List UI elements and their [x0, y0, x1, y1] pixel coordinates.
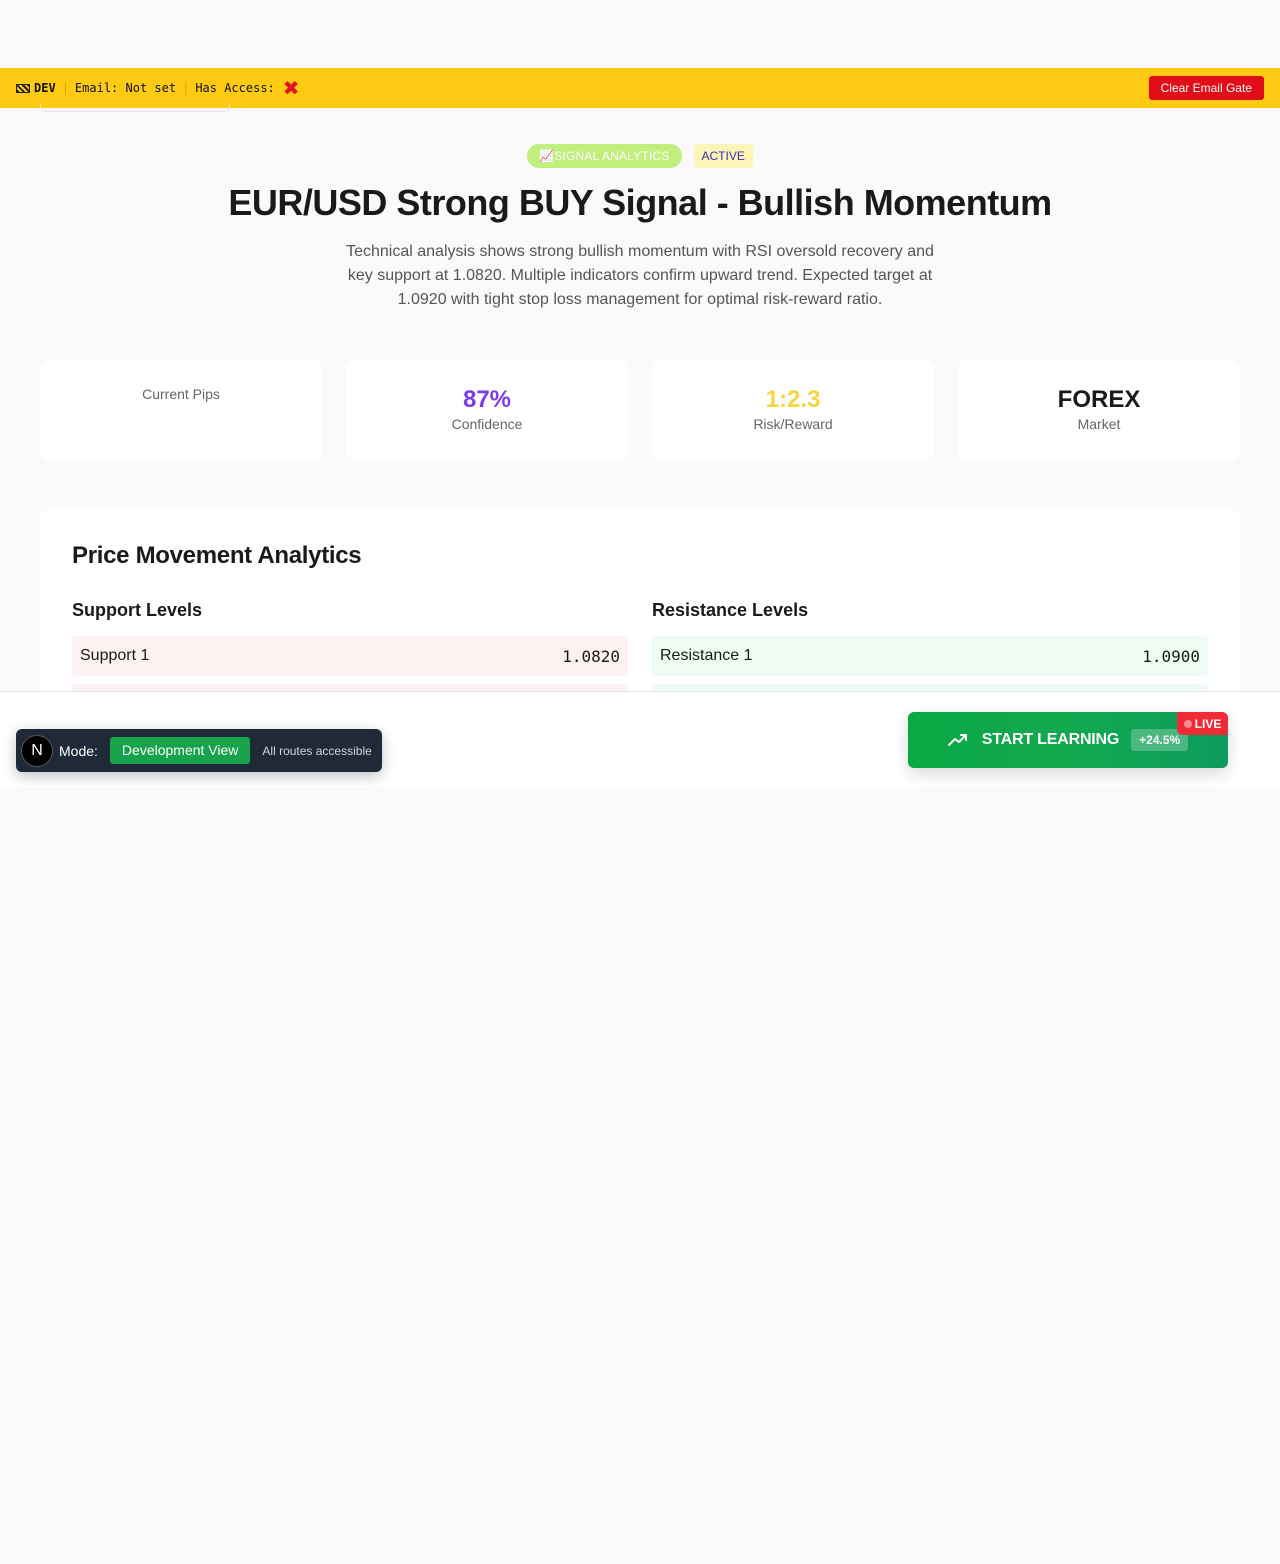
- development-view-button[interactable]: Development View: [109, 737, 251, 764]
- dev-mode-indicator: N Mode: Development View All routes acce…: [16, 729, 382, 772]
- stat-label: Confidence: [451, 416, 523, 432]
- dev-toolbar: DEV | Email: Not set | Has Access: ✖ Cle…: [0, 68, 1280, 108]
- support-levels-heading: Support Levels: [72, 600, 203, 620]
- bottom-action-bar: N Mode: Development View All routes acce…: [0, 691, 1280, 788]
- status-badge: ACTIVE: [693, 144, 753, 168]
- dev-tag: DEV: [16, 81, 56, 95]
- resistance-level-label: Resistance 1: [660, 647, 753, 664]
- stat-card-market: FOREX Market: [958, 360, 1240, 460]
- support-level-row: Support 1 1.0820: [72, 636, 628, 676]
- live-dot-icon: [1183, 719, 1192, 728]
- stat-card-risk-reward: 1:2.3 Risk/Reward: [652, 360, 934, 460]
- live-badge: LIVE: [1177, 712, 1228, 735]
- resistance-levels-heading: Resistance Levels: [652, 600, 809, 620]
- dev-label: DEV: [34, 81, 56, 95]
- stat-card-current-pips: Current Pips: [40, 360, 322, 460]
- stat-card-confidence: 87% Confidence: [346, 360, 628, 460]
- header-badges: 📈SIGNAL ANALYTICS ACTIVE: [0, 144, 1280, 168]
- stat-value: 87%: [462, 386, 512, 413]
- stat-label: Market: [1077, 416, 1121, 432]
- mode-label: Mode:: [59, 742, 98, 759]
- mode-note: All routes accessible: [262, 743, 372, 758]
- trending-up-icon: [947, 734, 967, 746]
- divider: |: [61, 81, 69, 95]
- stat-value: 1:2.3: [765, 386, 821, 413]
- resistance-level-row: Resistance 1 1.0900: [652, 636, 1208, 676]
- support-level-label: Support 1: [80, 647, 150, 664]
- nextjs-logo-icon[interactable]: N: [21, 734, 53, 767]
- start-learning-label: START LEARNING: [981, 731, 1120, 748]
- support-level-value: 1.0820: [562, 646, 620, 666]
- resistance-level-value: 1.0900: [1142, 646, 1200, 666]
- page-title: EUR/USD Strong BUY Signal - Bullish Mome…: [228, 182, 1052, 223]
- clear-email-gate-button[interactable]: Clear Email Gate: [1148, 76, 1264, 100]
- stat-label: Risk/Reward: [753, 416, 833, 432]
- live-label: LIVE: [1194, 716, 1222, 731]
- signal-analytics-badge: 📈SIGNAL ANALYTICS: [527, 144, 682, 168]
- construction-barrier-icon: [16, 83, 30, 93]
- stat-label: Current Pips: [142, 386, 220, 402]
- panel-title: Price Movement Analytics: [72, 542, 362, 569]
- stat-value: FOREX: [1057, 386, 1141, 413]
- cross-mark-icon: ✖: [282, 76, 300, 100]
- email-status: Email: Not set: [74, 81, 177, 95]
- page-description: Technical analysis shows strong bullish …: [346, 243, 934, 308]
- access-status: Has Access:: [195, 81, 275, 95]
- divider: |: [182, 81, 190, 95]
- back-link-shadow: [40, 104, 230, 112]
